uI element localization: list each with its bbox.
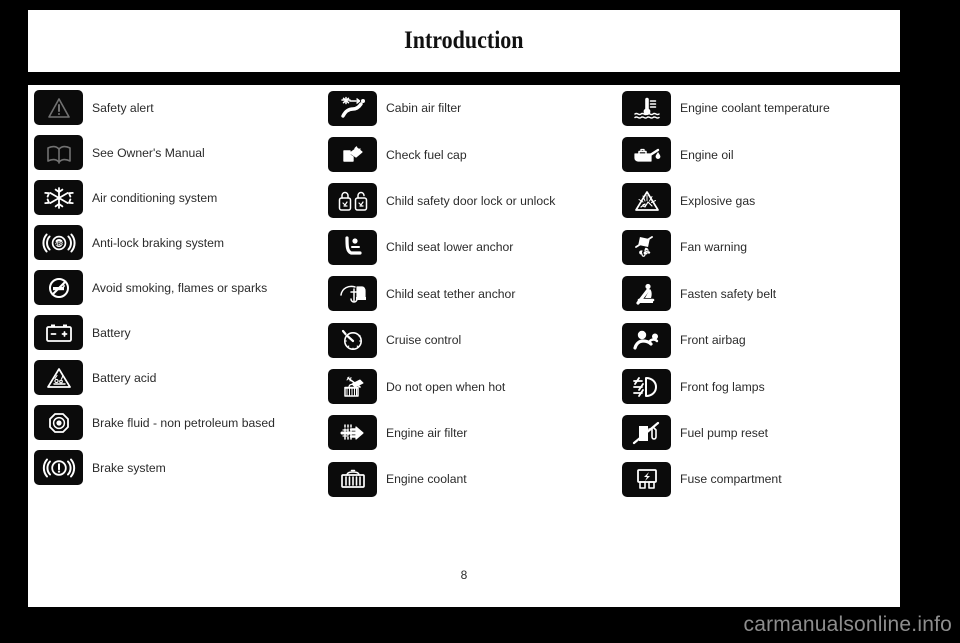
symbol-label: See Owner's Manual (92, 145, 205, 160)
symbol-label: Child safety door lock or unlock (386, 193, 556, 208)
symbol-row: Do not open when hot (328, 363, 618, 409)
symbol-row: Safety alert (34, 85, 324, 130)
symbol-row: Front airbag (622, 317, 900, 363)
page-header-band: Introduction (28, 10, 900, 72)
symbol-label: Fuel pump reset (680, 425, 769, 440)
symbol-row: Brake fluid - non petroleum based (34, 400, 324, 445)
brake-system-icon (34, 450, 83, 485)
page-number: 8 (460, 568, 468, 582)
symbol-row: Child seat tether anchor (328, 271, 618, 317)
symbol-glossary-columns: Safety alert See Owner's Manual Air condit… (28, 85, 900, 525)
battery-acid-warning-icon (34, 360, 83, 395)
watermark-bar: carmanualsonline.info (0, 607, 960, 643)
no-smoking-icon (34, 270, 83, 305)
symbol-column-1: Safety alert See Owner's Manual Air condit… (34, 85, 324, 490)
symbol-label: Cruise control (386, 333, 462, 348)
symbol-row: Child safety door lock or unlock (328, 178, 618, 224)
symbol-label: Child seat tether anchor (386, 286, 516, 301)
symbol-row: Cabin air filter (328, 85, 618, 131)
symbol-label: Anti-lock braking system (92, 235, 225, 250)
symbol-label: Air conditioning system (92, 190, 218, 205)
symbol-row: Child seat lower anchor (328, 224, 618, 270)
symbol-label: Brake fluid - non petroleum based (92, 415, 275, 430)
manual-page: Introduction Safety alert See Owner's Man… (0, 0, 960, 643)
fuse-compartment-icon (622, 461, 671, 497)
symbol-row: Battery (34, 310, 324, 355)
fasten-safety-belt-icon (622, 276, 671, 312)
symbol-label: Engine coolant (386, 472, 467, 487)
symbol-row: Engine coolant temperature (622, 85, 900, 131)
symbol-label: Engine air filter (386, 425, 468, 440)
fuel-pump-reset-icon (622, 415, 671, 451)
page-title: Introduction (404, 27, 524, 54)
symbol-row: Fasten safety belt (622, 271, 900, 317)
symbol-row: Explosive gas (622, 178, 900, 224)
symbol-column-2: Cabin air filter Check fuel cap Child safe… (328, 85, 618, 503)
symbol-label: Battery (92, 325, 131, 340)
child-seat-tether-anchor-icon (328, 276, 377, 312)
symbol-label: Front fog lamps (680, 379, 765, 394)
watermark-text: carmanualsonline.info (743, 613, 952, 636)
check-fuel-cap-icon (328, 137, 377, 173)
battery-icon (34, 315, 83, 350)
do-not-open-when-hot-icon (328, 369, 377, 405)
symbol-row: Fan warning (622, 224, 900, 270)
cruise-control-icon (328, 322, 377, 358)
symbol-row: ABS Anti-lock braking system (34, 220, 324, 265)
symbol-row: Engine coolant (328, 456, 618, 502)
symbol-row: Front fog lamps (622, 363, 900, 409)
symbol-label: Child seat lower anchor (386, 240, 514, 255)
symbol-label: Cabin air filter (386, 101, 462, 116)
owners-manual-book-icon (34, 135, 83, 170)
symbol-column-3: Engine coolant temperature Engine oil Expl… (622, 85, 900, 503)
symbol-row: Avoid smoking, flames or sparks (34, 265, 324, 310)
symbol-label: Fuse compartment (680, 472, 782, 487)
symbol-label: Explosive gas (680, 193, 756, 208)
symbol-label: Fan warning (680, 240, 748, 255)
engine-coolant-temperature-icon (622, 90, 671, 126)
symbol-label: Safety alert (92, 100, 154, 115)
safety-alert-triangle-icon (34, 90, 83, 125)
symbol-label: Engine oil (680, 147, 734, 162)
symbol-label: Battery acid (92, 370, 157, 385)
front-fog-lamps-icon (622, 369, 671, 405)
symbol-label: Fasten safety belt (680, 286, 777, 301)
engine-air-filter-icon (328, 415, 377, 451)
symbol-row: Air conditioning system (34, 175, 324, 220)
symbol-row: Engine oil (622, 131, 900, 177)
cabin-air-filter-icon (328, 90, 377, 126)
symbol-label: Front airbag (680, 333, 746, 348)
symbol-label: Check fuel cap (386, 147, 467, 162)
engine-oil-can-icon (622, 137, 671, 173)
fan-warning-icon (622, 229, 671, 265)
symbol-label: Engine coolant temperature (680, 101, 830, 116)
symbol-row: Engine air filter (328, 410, 618, 456)
symbol-row: Fuel pump reset (622, 410, 900, 456)
symbol-row: Cruise control (328, 317, 618, 363)
symbol-row: Brake system (34, 445, 324, 490)
symbol-row: Fuse compartment (622, 456, 900, 502)
symbol-row: Battery acid (34, 355, 324, 400)
page-content-sheet: Safety alert See Owner's Manual Air condit… (28, 85, 900, 607)
front-airbag-icon (622, 322, 671, 358)
engine-coolant-icon (328, 461, 377, 497)
child-safety-door-lock-icon (328, 183, 377, 219)
symbol-label: Brake system (92, 460, 166, 475)
abs-icon: ABS (34, 225, 83, 260)
brake-fluid-icon (34, 405, 83, 440)
symbol-label: Avoid smoking, flames or sparks (92, 280, 268, 295)
svg-text:ABS: ABS (53, 241, 64, 247)
symbol-row: Check fuel cap (328, 131, 618, 177)
symbol-row: See Owner's Manual (34, 130, 324, 175)
explosive-gas-warning-icon (622, 183, 671, 219)
snowflake-icon (34, 180, 83, 215)
symbol-label: Do not open when hot (386, 379, 506, 394)
child-seat-lower-anchor-icon (328, 229, 377, 265)
